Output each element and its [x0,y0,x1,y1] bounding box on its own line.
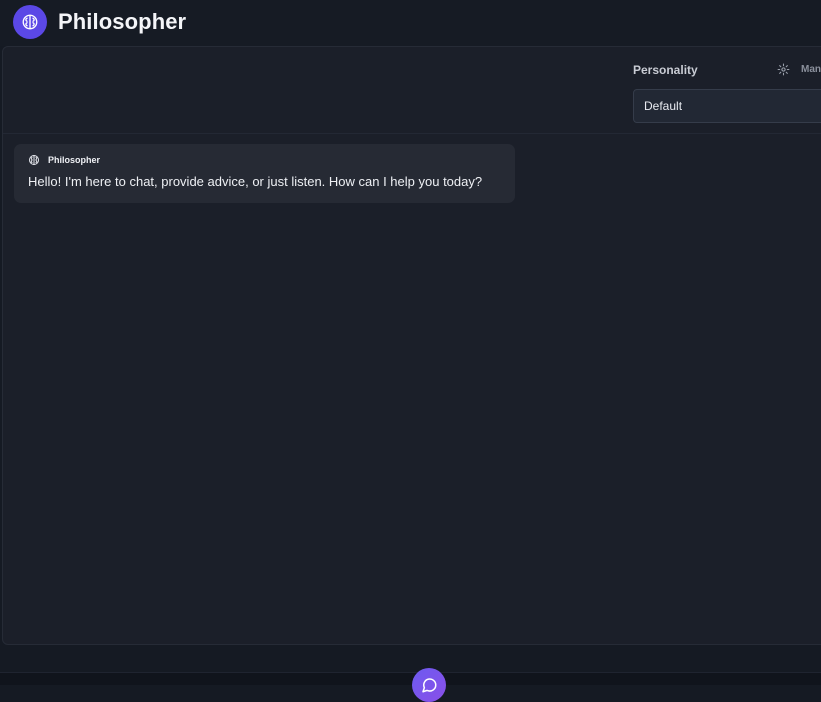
chat-action-button[interactable] [412,668,446,702]
message-text: Hello! I'm here to chat, provide advice,… [28,174,483,189]
manage-link[interactable]: Man [801,64,821,75]
app-logo [13,5,47,39]
chat-message: Philosopher Hello! I'm here to chat, pro… [14,144,515,203]
app-title: Philosopher [58,9,187,34]
personality-select[interactable]: Default [633,89,821,123]
personality-label: Personality [633,63,698,77]
settings-bar: Personality Man Default [3,47,821,134]
brain-icon [22,14,38,30]
app-header: Philosopher [0,0,821,46]
footer-bar [0,672,821,685]
brain-icon [29,155,39,165]
message-sender: Philosopher [48,155,101,165]
chat-panel: Personality Man Default Philosopher Hell… [2,46,821,645]
gear-icon[interactable] [777,63,790,76]
chat-icon [422,678,437,693]
